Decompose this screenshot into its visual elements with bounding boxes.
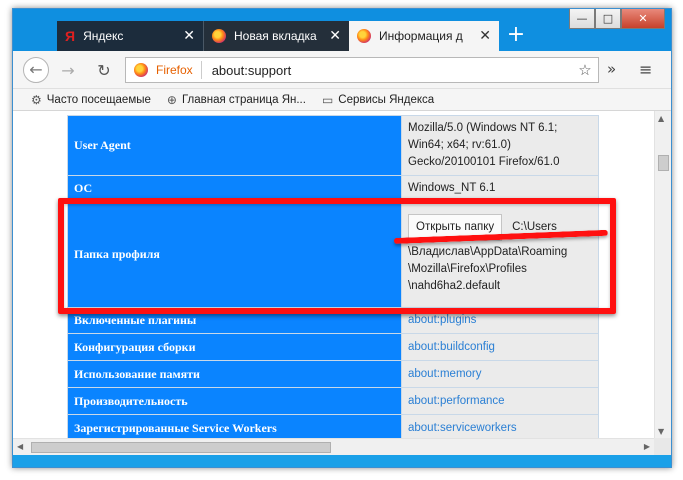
tab-label: Информация д (379, 29, 463, 43)
globe-icon: ⊕ (166, 92, 177, 107)
row-value: Mozilla/5.0 (Windows NT 6.1; Win64; x64;… (401, 115, 599, 176)
scrollbar-corner (654, 438, 671, 455)
memory-link[interactable]: about:memory (408, 368, 482, 380)
scroll-up-arrow-icon[interactable]: ▲ (658, 114, 664, 123)
table-row: Конфигурация сборки about:buildconfig (67, 333, 599, 361)
url-bar[interactable]: Firefox about:support ☆ (125, 57, 599, 83)
vertical-scrollbar[interactable]: ▲ ▼ (654, 111, 671, 438)
bookmark-label: Главная страница Ян... (181, 93, 306, 106)
row-key: User Agent (67, 115, 402, 176)
identity-box[interactable]: Firefox (126, 61, 202, 79)
reload-button[interactable]: ↻ (93, 60, 115, 82)
red-highlight-frame (58, 198, 616, 314)
close-tab-icon[interactable]: ✕ (183, 28, 195, 44)
scroll-down-arrow-icon[interactable]: ▼ (658, 427, 664, 436)
bookmark-most-visited[interactable]: ⚙ Часто посещаемые (31, 93, 151, 107)
close-window-button[interactable]: ✕ (621, 9, 665, 29)
scroll-left-arrow-icon[interactable]: ◀ (17, 442, 23, 451)
table-row: Использование памяти about:memory (67, 360, 599, 388)
tab-support-active[interactable]: Информация д ✕ (349, 21, 499, 51)
plugins-link[interactable]: about:plugins (408, 314, 476, 326)
buildconfig-link[interactable]: about:buildconfig (408, 341, 495, 353)
bookmarks-toolbar: ⚙ Часто посещаемые ⊕ Главная страница Ян… (13, 89, 671, 111)
user-agent-line: Mozilla/5.0 (Windows NT 6.1; (408, 122, 558, 134)
bookmark-yandex-home[interactable]: ⊕ Главная страница Ян... (167, 93, 306, 107)
bookmark-yandex-services[interactable]: ▭ Сервисы Яндекса (322, 93, 434, 107)
bookmark-star-icon[interactable]: ☆ (572, 61, 598, 79)
overflow-chevron-icon[interactable]: » (607, 60, 616, 78)
hamburger-menu-icon[interactable]: ≡ (639, 60, 652, 79)
table-row: Производительность about:performance (67, 387, 599, 415)
bookmark-label: Часто посещаемые (46, 93, 151, 106)
tab-label: Новая вкладка (234, 29, 317, 43)
scroll-right-arrow-icon[interactable]: ▶ (644, 442, 650, 451)
scrollbar-thumb[interactable] (31, 442, 331, 453)
firefox-icon (212, 29, 226, 43)
close-tab-icon[interactable]: ✕ (479, 28, 491, 44)
row-value: about:performance (401, 387, 599, 415)
tab-new[interactable]: Новая вкладка ✕ (203, 21, 349, 51)
gear-icon: ⚙ (31, 92, 42, 107)
row-key: Использование памяти (67, 360, 402, 388)
performance-link[interactable]: about:performance (408, 395, 505, 407)
user-agent-line: Gecko/20100101 Firefox/61.0 (408, 156, 560, 168)
bookmark-label: Сервисы Яндекса (338, 93, 435, 106)
identity-label: Firefox (156, 63, 193, 77)
serviceworkers-link[interactable]: about:serviceworkers (408, 422, 517, 434)
horizontal-scrollbar[interactable]: ◀ ▶ (13, 438, 654, 455)
firefox-icon (134, 63, 148, 77)
user-agent-line: Win64; x64; rv:61.0) (408, 139, 511, 151)
row-value: about:buildconfig (401, 333, 599, 361)
forward-button[interactable]: → (57, 60, 79, 82)
tab-strip: — □ ✕ Я Яндекс ✕ Новая вкладка ✕ Информа… (13, 9, 671, 51)
close-tab-icon[interactable]: ✕ (329, 28, 341, 44)
back-button[interactable]: ← (23, 57, 49, 83)
window-controls: — □ ✕ (569, 9, 665, 29)
row-key: Производительность (67, 387, 402, 415)
firefox-icon (357, 29, 371, 43)
tab-yandex[interactable]: Я Яндекс ✕ (57, 21, 203, 51)
row-value: about:memory (401, 360, 599, 388)
maximize-button[interactable]: □ (595, 9, 621, 29)
row-key: Конфигурация сборки (67, 333, 402, 361)
folder-icon: ▭ (321, 92, 334, 107)
url-input[interactable]: about:support (202, 63, 572, 78)
scrollbar-thumb[interactable] (658, 155, 669, 171)
yandex-icon: Я (65, 28, 76, 44)
table-row: User Agent Mozilla/5.0 (Windows NT 6.1; … (67, 115, 599, 176)
navigation-bar: ← → ↻ Firefox about:support ☆ » ≡ (13, 51, 671, 89)
minimize-button[interactable]: — (569, 9, 595, 29)
tab-label: Яндекс (83, 29, 124, 43)
new-tab-button[interactable]: + (503, 23, 529, 49)
